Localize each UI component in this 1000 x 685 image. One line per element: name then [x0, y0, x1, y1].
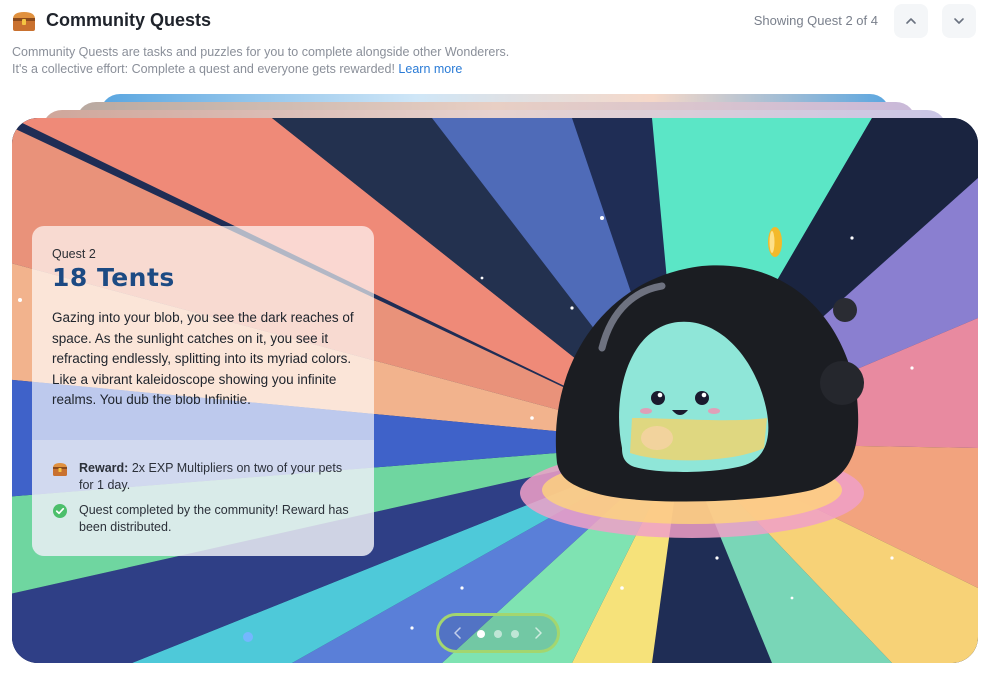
description-line-1: Community Quests are tasks and puzzles f… [12, 45, 510, 59]
treasure-chest-icon [13, 12, 35, 31]
treasure-chest-icon [53, 463, 67, 476]
chevron-right-icon[interactable] [529, 623, 547, 643]
reward-row: Reward: 2x EXP Multipliers on two of you… [52, 460, 354, 494]
quest-number: Quest 2 [52, 247, 96, 261]
description-line-2: It's a collective effort: Complete a que… [12, 61, 612, 78]
reward-label: Reward: [79, 461, 129, 475]
status-text: Quest completed by the community! Reward… [79, 503, 349, 534]
quest-reward-section: Reward: 2x EXP Multipliers on two of you… [32, 440, 374, 556]
page-title: Community Quests [46, 10, 212, 30]
description: Community Quests are tasks and puzzles f… [12, 44, 612, 78]
check-circle-icon [53, 504, 67, 518]
learn-more-link[interactable]: Learn more [398, 62, 462, 76]
pager-dot[interactable] [511, 630, 519, 638]
status-row: Quest completed by the community! Reward… [52, 502, 354, 536]
pager-dot[interactable] [494, 630, 502, 638]
quest-position-label: Showing Quest 2 of 4 [753, 13, 878, 28]
previous-quest-button[interactable] [894, 4, 928, 38]
chevron-down-icon [954, 18, 964, 24]
pager-dot[interactable] [477, 630, 485, 638]
chevron-up-icon [906, 18, 916, 24]
chevron-left-icon[interactable] [449, 623, 467, 643]
quest-card: Quest 2 18 Tents Gazing into your blob, … [12, 118, 978, 663]
quest-story: Gazing into your blob, you see the dark … [52, 310, 354, 407]
header: Community Quests Showing Quest 2 of 4 [12, 4, 1000, 38]
next-quest-button[interactable] [942, 4, 976, 38]
description-line-2-text: It's a collective effort: Complete a que… [12, 62, 395, 76]
quest-title: 18 Tents [52, 263, 175, 292]
quest-info-panel: Quest 2 18 Tents Gazing into your blob, … [32, 226, 374, 556]
carousel-pager [436, 613, 560, 653]
